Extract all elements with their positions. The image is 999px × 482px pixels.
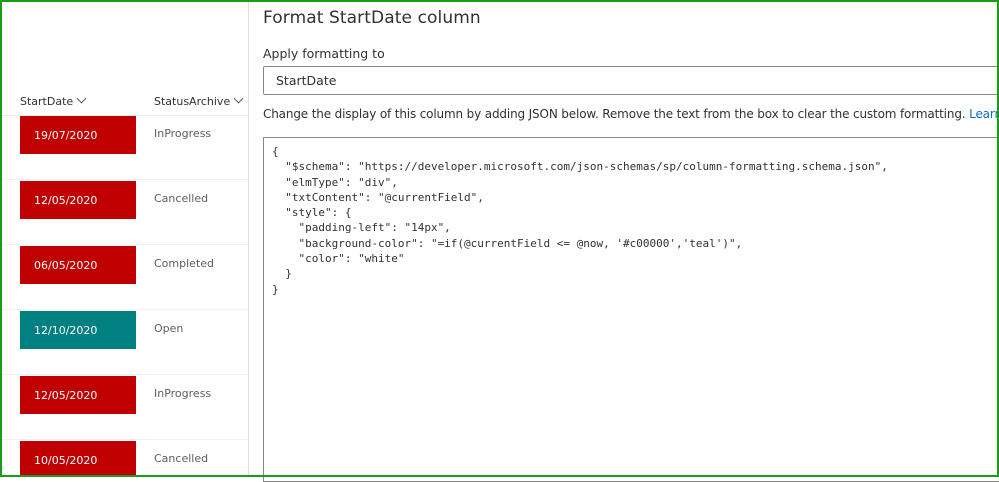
column-header-startdate[interactable]: StartDate bbox=[20, 91, 87, 111]
table-row[interactable]: 06/05/2020 Completed bbox=[2, 245, 248, 310]
table-row[interactable]: 10/05/2020 Cancelled bbox=[2, 440, 248, 475]
list-view: StartDate StatusArchive 19/07/2020 InPro… bbox=[2, 2, 249, 475]
json-editor[interactable]: { "$schema": "https://developer.microsof… bbox=[263, 137, 999, 482]
chevron-down-icon bbox=[233, 93, 244, 103]
status-cell: Open bbox=[154, 322, 184, 335]
table-row[interactable]: 19/07/2020 InProgress bbox=[2, 115, 248, 180]
startdate-cell[interactable]: 19/07/2020 bbox=[20, 116, 136, 154]
status-cell: InProgress bbox=[154, 387, 212, 400]
startdate-cell[interactable]: 06/05/2020 bbox=[20, 246, 136, 284]
column-header-label: StartDate bbox=[20, 94, 74, 108]
learn-more-link[interactable]: Learn more bbox=[969, 107, 999, 121]
status-cell: Completed bbox=[154, 257, 214, 270]
chevron-down-icon bbox=[76, 93, 87, 103]
column-header-label: StatusArchive bbox=[154, 94, 231, 108]
startdate-cell[interactable]: 10/05/2020 bbox=[20, 441, 136, 475]
status-cell: Cancelled bbox=[154, 192, 209, 205]
apply-formatting-label: Apply formatting to bbox=[263, 46, 385, 61]
startdate-cell[interactable]: 12/05/2020 bbox=[20, 181, 136, 219]
description-text: Change the display of this column by add… bbox=[263, 107, 966, 121]
table-row[interactable]: 12/10/2020 Open bbox=[2, 310, 248, 375]
apply-formatting-value: StartDate bbox=[276, 73, 337, 88]
table-row[interactable]: 12/05/2020 Cancelled bbox=[2, 180, 248, 245]
table-row[interactable]: 12/05/2020 InProgress bbox=[2, 375, 248, 440]
apply-formatting-dropdown[interactable]: StartDate bbox=[263, 66, 999, 95]
column-header-statusarchive[interactable]: StatusArchive bbox=[154, 91, 244, 111]
startdate-cell[interactable]: 12/05/2020 bbox=[20, 376, 136, 414]
format-description: Change the display of this column by add… bbox=[263, 107, 999, 121]
startdate-cell[interactable]: 12/10/2020 bbox=[20, 311, 136, 349]
status-cell: InProgress bbox=[154, 127, 212, 140]
panel-title: Format StartDate column bbox=[263, 8, 481, 28]
status-cell: Cancelled bbox=[154, 452, 209, 465]
json-editor-text[interactable]: { "$schema": "https://developer.microsof… bbox=[264, 138, 999, 297]
